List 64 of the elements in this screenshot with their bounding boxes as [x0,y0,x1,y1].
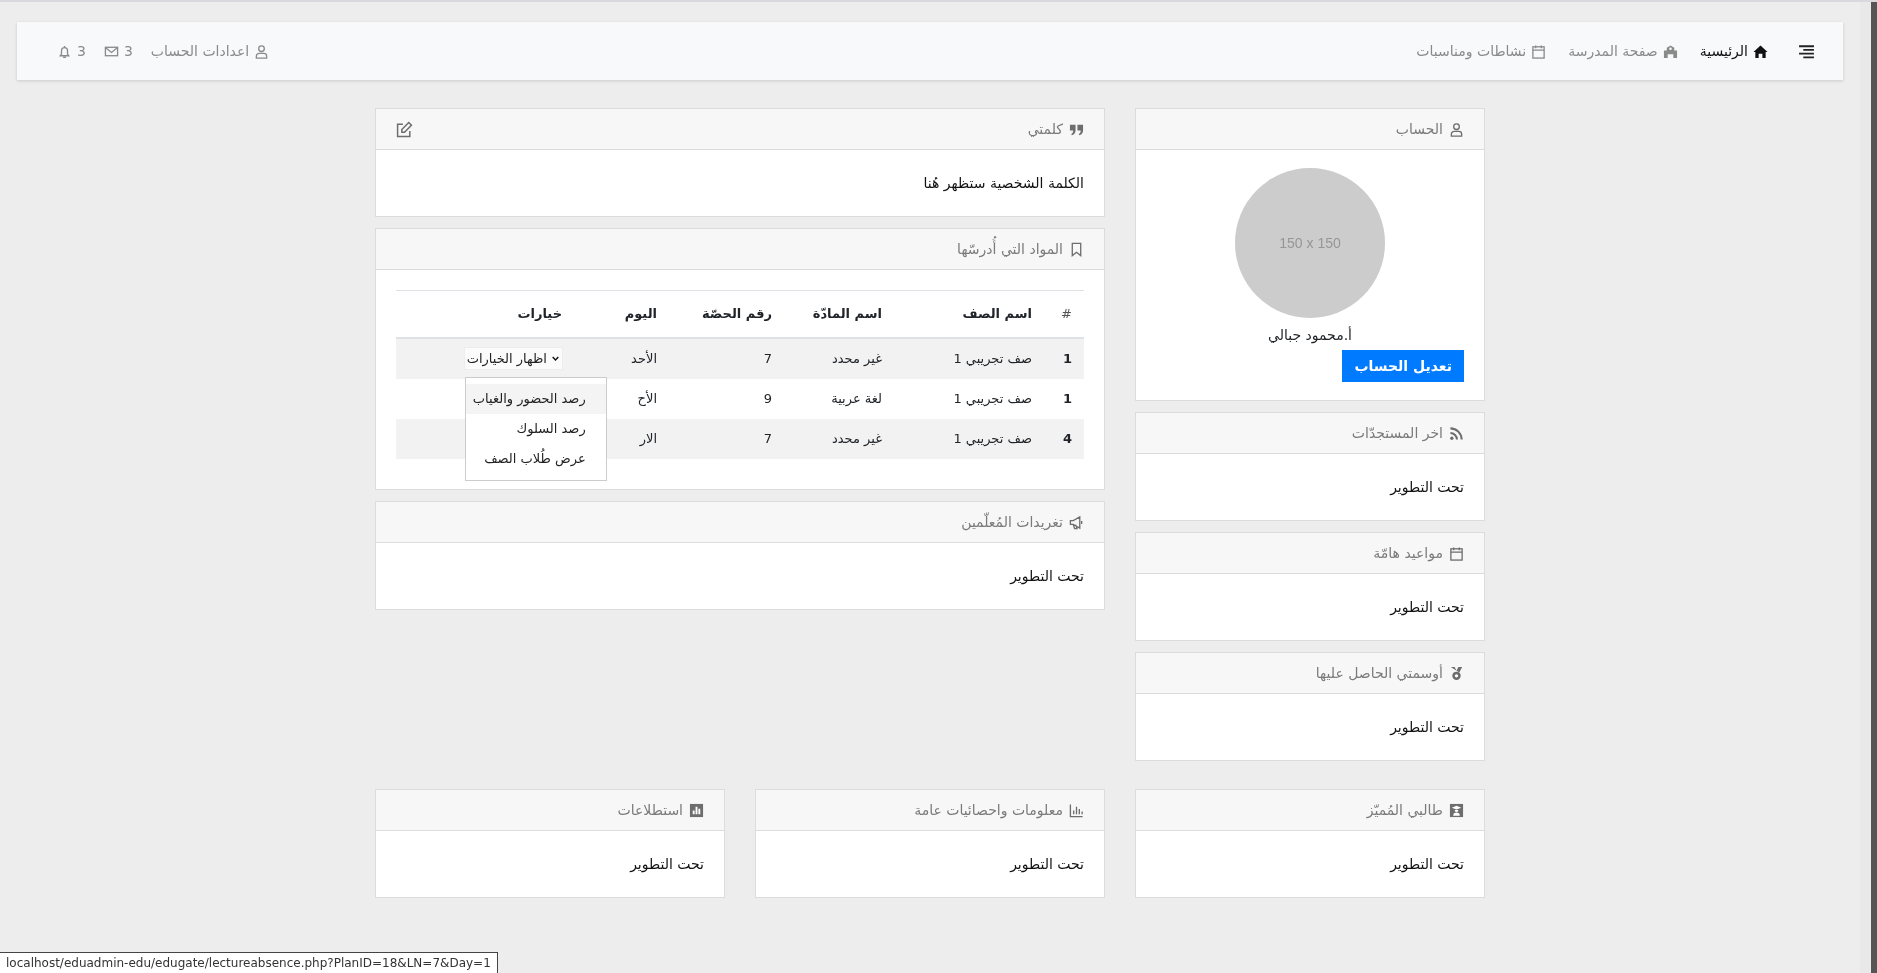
menu-item[interactable]: عرض طُلاب الصف [465,444,606,474]
medal-icon [1449,665,1464,681]
table-cell-text: 4 [1062,430,1072,448]
card-text: تحت التطوير [1010,567,1084,587]
messages-link[interactable]: 3 [103,43,133,59]
user-icon [254,43,270,59]
menu-item[interactable]: رصد السلوك [465,414,606,444]
card-text: تحت التطوير [1010,855,1084,875]
nav-link[interactable]: نشاطات ومناسبات [1416,43,1547,59]
table-cell-text: 7 [763,430,772,448]
status-url: localhost/eduadmin-edu/edugate/lectureabsence.php?PlanID=18&LN=7&Day=1 [0,952,498,973]
table-cell-text: الار [639,430,657,449]
table-cell-text: غير محدد [832,350,882,368]
chart-icon [689,802,704,818]
bar-chart-icon [1069,802,1084,818]
building-icon [1662,43,1678,59]
menu-item[interactable]: رصد الحضور والغياب [465,384,606,414]
card-text: تحت التطوير [1390,598,1464,618]
edit-icon[interactable] [396,120,413,138]
card-text: تحت التطوير [1390,478,1464,498]
user-icon [1449,121,1464,137]
table-cell-text: الأحد [631,349,657,368]
nav-link[interactable]: صفحة المدرسة [1568,43,1678,59]
bookmark-icon [1069,241,1084,257]
account-settings-link[interactable]: اعدادات الحساب [150,43,270,59]
table-cell-text: 7 [763,350,772,368]
table-cell-text: صف تجريبي 1 [953,430,1032,448]
card-title: الحساب [1395,120,1443,139]
edit-account-button[interactable]: تعديل الحساب [1342,350,1464,382]
card-text: الكلمة الشخصية ستظهر هُنا [923,174,1084,194]
card-title: تغريدات المُعلّمين [961,511,1063,533]
card-text: تحت التطوير [1390,718,1464,738]
card-title: أوسمتي الحاصل عليها [1315,663,1443,684]
user-name: أ.محمود جبالي [1268,325,1352,346]
table-cell-text: غير محدد [832,430,882,448]
table-cell-text: صف تجريبي 1 [953,350,1032,368]
house-icon [1753,43,1768,59]
menu-icon[interactable] [1798,42,1815,60]
card-text: تحت التطوير [1390,855,1464,875]
table-cell-text: الأح [637,389,657,408]
graduate-icon [1449,802,1464,818]
table-cell-text: 9 [763,390,772,408]
megaphone-icon [1069,514,1084,530]
card-title: كلمتي [1027,120,1063,139]
card-title: استطلاعات [617,801,683,820]
caret-icon [551,354,560,363]
table-cell-text: 1 [1062,390,1072,408]
calendar-icon [1531,43,1547,59]
card-title: مواعيد هامّة [1373,544,1443,564]
nav-link[interactable]: الرئيسية [1699,43,1768,59]
card-title: اخر المستجدّات [1351,424,1443,444]
rss-icon [1449,425,1464,441]
card-title: معلومات واحصائيات عامة [914,801,1063,821]
scrollbar[interactable] [1860,2,1877,973]
card-title: طالبي المُميّز [1366,801,1443,821]
calendar-icon [1449,545,1464,561]
options-dropdown-button[interactable]: اظهار الخيارات [464,348,562,369]
table-cell-text: 1 [1062,350,1072,368]
card-text: تحت التطوير [630,855,704,875]
bell-icon [57,43,72,59]
table-cell-text: لغة عربية [831,390,882,409]
notifications-link[interactable]: 3 [57,43,86,59]
table-cell-text: صف تجريبي 1 [953,390,1032,408]
card-title: المواد التي أُدرسّها [957,234,1063,264]
